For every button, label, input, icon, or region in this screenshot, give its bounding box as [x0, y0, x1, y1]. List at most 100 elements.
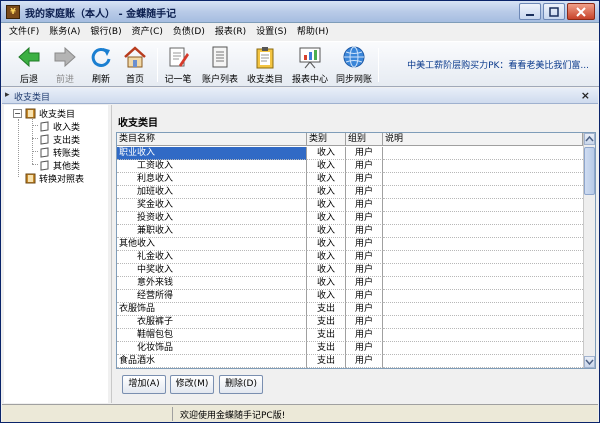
cell-category-name: 鞋帽包包	[117, 329, 307, 342]
cell-note	[383, 316, 583, 329]
column-header-type[interactable]: 类别	[307, 133, 346, 146]
table-row[interactable]: 职业收入 收入 用户	[117, 147, 583, 160]
panel-header: ▸ 收支类目 ×	[2, 88, 598, 104]
tree-node-expense[interactable]: 支出类	[39, 133, 80, 146]
account-list-button[interactable]: 账户列表	[202, 44, 238, 86]
table-row[interactable]: 利息收入 收入 用户	[117, 173, 583, 186]
toolbar: 后退 前进 刷新 首页 记一笔 账户列表 收支类目 报表中心 同步网账 中美工薪…	[1, 41, 599, 87]
cell-note	[383, 264, 583, 277]
scroll-up-button[interactable]	[584, 133, 595, 145]
table-row[interactable]: 鞋帽包包 支出 用户	[117, 329, 583, 342]
forward-button[interactable]: 前进	[51, 44, 79, 86]
column-header-name[interactable]: 类目名称	[117, 133, 307, 146]
table-row[interactable]: 礼金收入 收入 用户	[117, 251, 583, 264]
delete-button[interactable]: 删除(D)	[219, 375, 263, 394]
menu-settings[interactable]: 设置(S)	[251, 23, 292, 41]
home-button[interactable]: 首页	[121, 44, 149, 86]
category-grid[interactable]: 类目名称 类别 组别 说明 职业收入 收入 用户 工资收入 收入 用户 利息收入 收入 用户 加班…	[116, 132, 596, 369]
column-header-note[interactable]: 说明	[383, 133, 583, 146]
category-button[interactable]: 收支类目	[247, 44, 283, 86]
app-window: ¥ 我的家庭账（本人） - 金蝶随手记 文件(F) 账务(A) 银行(B) 资产…	[0, 0, 600, 423]
sync-button[interactable]: 同步网账	[336, 44, 372, 86]
cell-category-name: 衣服饰品	[117, 303, 307, 316]
window-title: 我的家庭账（本人） - 金蝶随手记	[25, 9, 177, 20]
cell-type: 收入	[307, 238, 346, 251]
maximize-button[interactable]	[543, 3, 565, 20]
menu-file[interactable]: 文件(F)	[4, 23, 44, 41]
menu-account[interactable]: 账务(A)	[44, 23, 85, 41]
cell-category-name: 意外来钱	[117, 277, 307, 290]
add-button[interactable]: 增加(A)	[122, 375, 166, 394]
menu-assets[interactable]: 资产(C)	[127, 23, 168, 41]
cell-group: 用户	[346, 173, 383, 186]
home-icon	[124, 46, 146, 68]
cell-note	[383, 329, 583, 342]
title-bar[interactable]: ¥ 我的家庭账（本人） - 金蝶随手记	[1, 1, 599, 23]
refresh-label: 刷新	[91, 75, 110, 85]
cell-category-name: 化妆饰品	[117, 342, 307, 355]
table-row[interactable]: 兼职收入 收入 用户	[117, 225, 583, 238]
report-center-button[interactable]: 报表中心	[292, 44, 328, 86]
sync-label: 同步网账	[336, 75, 373, 85]
table-row[interactable]: 工资收入 收入 用户	[117, 160, 583, 173]
app-logo-icon[interactable]: ¥	[6, 5, 20, 19]
collapse-toggle-icon[interactable]: −	[13, 108, 22, 118]
table-row[interactable]: 中奖收入 收入 用户	[117, 264, 583, 277]
pen-note-icon	[169, 47, 189, 67]
tree-income-label: 收入类	[53, 122, 81, 133]
table-row[interactable]: 衣服裤子 支出 用户	[117, 316, 583, 329]
vertical-scrollbar[interactable]	[583, 133, 595, 368]
cell-type: 收入	[307, 186, 346, 199]
table-row[interactable]: 意外来钱 收入 用户	[117, 277, 583, 290]
tree-node-transfer[interactable]: 转账类	[39, 146, 80, 159]
cell-category-name: 加班收入	[117, 186, 307, 199]
menu-help[interactable]: 帮助(H)	[292, 23, 334, 41]
table-row[interactable]: 其他收入 收入 用户	[117, 238, 583, 251]
cell-type: 收入	[307, 160, 346, 173]
cell-category-name: 利息收入	[117, 173, 307, 186]
back-button[interactable]: 后退	[15, 44, 43, 86]
close-icon	[576, 6, 586, 17]
cell-note	[383, 238, 583, 251]
tree-node-other[interactable]: 其他类	[39, 159, 80, 172]
main-title: 收支类目	[118, 118, 158, 129]
table-row[interactable]: 加班收入 收入 用户	[117, 186, 583, 199]
news-marquee-link[interactable]: 中美工薪阶层购买力PK：看看老美比我们富...	[407, 58, 589, 71]
table-row[interactable]: 化妆饰品 支出 用户	[117, 342, 583, 355]
cell-group: 用户	[346, 160, 383, 173]
table-row[interactable]: 食品酒水 支出 用户	[117, 355, 583, 368]
table-row[interactable]: 奖金收入 收入 用户	[117, 199, 583, 212]
book-icon	[25, 173, 36, 183]
cell-group: 用户	[346, 212, 383, 225]
cell-group: 用户	[346, 290, 383, 303]
tree-node-income[interactable]: 收入类	[39, 120, 81, 133]
status-bar: 欢迎使用金蝶随手记PC版!	[2, 404, 598, 422]
book-icon	[25, 108, 36, 118]
menu-liabilities[interactable]: 负债(D)	[168, 23, 210, 41]
scroll-thumb[interactable]	[584, 147, 595, 195]
scroll-down-button[interactable]	[584, 356, 595, 368]
close-window-button[interactable]	[567, 3, 595, 20]
cell-category-name: 工资收入	[117, 160, 307, 173]
minimize-button[interactable]	[519, 3, 541, 20]
cell-group: 用户	[346, 251, 383, 264]
close-panel-button[interactable]: ×	[581, 89, 590, 102]
table-row[interactable]: 经营所得 收入 用户	[117, 290, 583, 303]
table-row[interactable]: 投资收入 收入 用户	[117, 212, 583, 225]
table-row[interactable]: 衣服饰品 支出 用户	[117, 303, 583, 316]
menu-reports[interactable]: 报表(R)	[210, 23, 251, 41]
column-header-group[interactable]: 组别	[346, 133, 383, 146]
quick-entry-button[interactable]: 记一笔	[164, 44, 192, 86]
collapse-arrow-icon[interactable]: ▸	[5, 90, 10, 100]
cell-note	[383, 160, 583, 173]
menu-bank[interactable]: 银行(B)	[85, 23, 126, 41]
tree-node-mapping[interactable]: 转换对照表	[25, 172, 84, 185]
cell-group: 用户	[346, 277, 383, 290]
refresh-button[interactable]: 刷新	[87, 44, 115, 86]
cell-type: 收入	[307, 212, 346, 225]
folder-outline-icon	[40, 159, 49, 171]
cell-type: 收入	[307, 277, 346, 290]
cell-note	[383, 303, 583, 316]
tree-node-root[interactable]: − 收支类目	[13, 107, 75, 120]
edit-button[interactable]: 修改(M)	[170, 375, 214, 394]
